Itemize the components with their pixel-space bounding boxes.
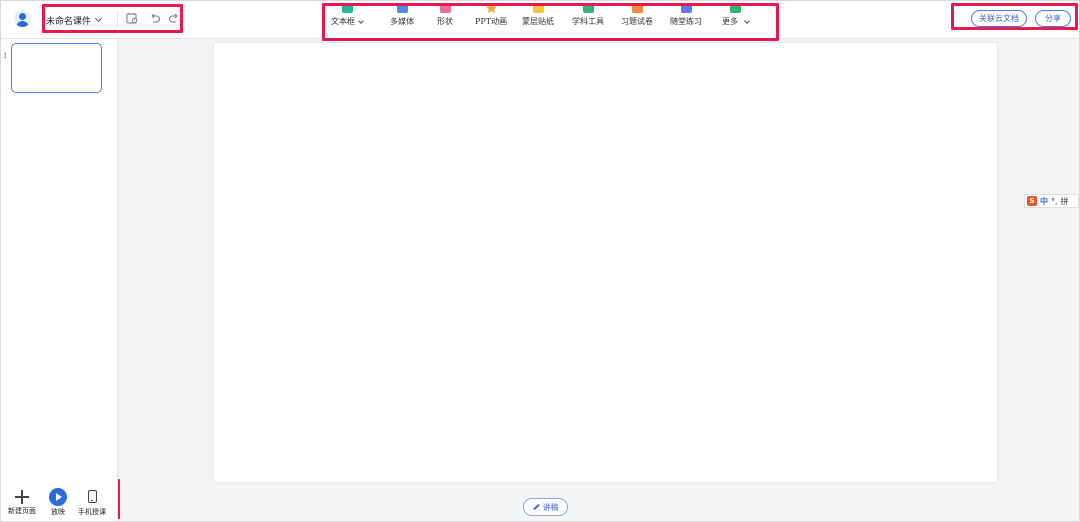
play-button[interactable]: 放映 (49, 481, 67, 517)
ime-mode[interactable]: 中 (1040, 196, 1048, 207)
plus-icon (15, 490, 29, 504)
notes-button[interactable]: 讲稿 (523, 498, 568, 516)
avatar-head (19, 13, 26, 20)
slide-thumbnail[interactable] (11, 43, 102, 93)
mobile-teaching-button[interactable]: 手机授课 (78, 481, 106, 517)
ime-punctuation[interactable]: °, (1051, 197, 1058, 206)
mobile-teaching-label: 手机授课 (78, 508, 106, 516)
avatar-body (16, 21, 29, 27)
play-icon (49, 488, 67, 506)
pencil-icon (532, 503, 540, 511)
notes-label: 讲稿 (542, 502, 559, 512)
new-page-label: 新建页面 (8, 507, 36, 515)
slide-canvas[interactable] (214, 43, 997, 482)
play-label: 放映 (51, 508, 65, 516)
highlight-box-toolbar (322, 3, 779, 41)
avatar[interactable] (14, 10, 31, 27)
highlight-box-title (42, 4, 183, 33)
slide-panel: 1 (1, 39, 118, 521)
slide-number: 1 (3, 52, 8, 60)
highlight-box-actions (951, 3, 1078, 30)
new-page-button[interactable]: 新建页面 (8, 481, 36, 516)
ime-toolbar[interactable]: S 中 °, 拼 (1024, 194, 1079, 208)
sogou-logo-icon: S (1027, 196, 1037, 206)
ime-pinyin[interactable]: 拼 (1061, 196, 1069, 207)
bottom-tools: 新建页面 放映 手机授课 (4, 481, 120, 519)
phone-icon (87, 490, 97, 503)
